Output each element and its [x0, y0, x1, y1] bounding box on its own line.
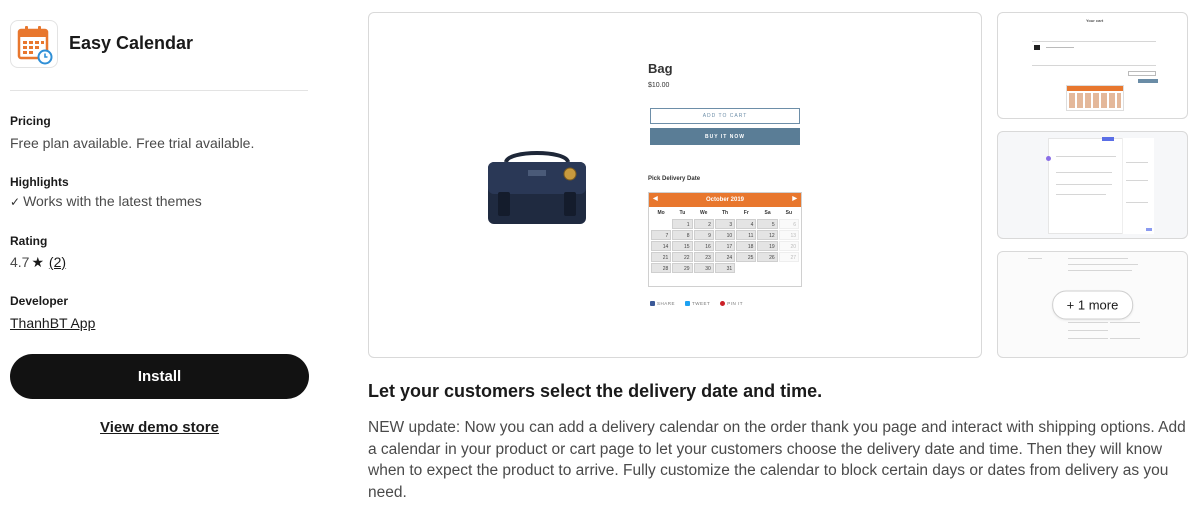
calendar-weekday: Su: [785, 210, 793, 216]
calendar-empty-cell: [651, 219, 671, 229]
calendar-day: 9: [693, 230, 714, 240]
mini-avatar: [1046, 156, 1051, 161]
main-screenshot[interactable]: Bag $10.00 ADD TO CART BUY IT NOW Pick D…: [368, 12, 982, 358]
mini-text-line: [1046, 47, 1074, 48]
checkmark-icon: ✓: [10, 195, 21, 209]
calendar-header: ◀ October 2019 ▶: [649, 193, 801, 207]
mini-checkout-button: [1138, 79, 1158, 83]
bag-product-image: [488, 151, 586, 224]
calendar-day: 20: [778, 241, 799, 251]
calendar-day: 11: [736, 230, 757, 240]
calendar-day: 15: [672, 241, 693, 251]
share-row: SHARE TWEET PIN IT: [650, 301, 743, 306]
next-month-icon: ▶: [792, 196, 797, 202]
calendar-clock-icon: [10, 20, 58, 68]
calendar-day: 8: [672, 230, 693, 240]
pricing-heading: Pricing: [10, 114, 51, 128]
highlight-text: Works with the latest themes: [23, 193, 202, 209]
app-description: NEW update: Now you can add a delivery c…: [368, 419, 1186, 501]
mini-calendar: [1066, 85, 1124, 111]
calendar-day: 31: [714, 263, 736, 273]
app-sidebar: Easy Calendar Pricing Free plan availabl…: [0, 0, 320, 510]
install-button[interactable]: Install: [10, 354, 309, 399]
calendar-empty-cell: [736, 263, 756, 273]
calendar-day: 22: [672, 252, 693, 262]
mini-divider: [1032, 41, 1156, 42]
gallery-thumbnail-3[interactable]: + 1 more: [997, 251, 1188, 358]
calendar-day: 25: [736, 252, 757, 262]
app-headline: Let your customers select the delivery d…: [368, 381, 823, 401]
calendar-day: 17: [714, 241, 736, 251]
calendar-day: 29: [672, 263, 693, 273]
mini-product-image: [1034, 45, 1040, 50]
developer-row: ThanhBT App: [10, 315, 95, 331]
facebook-icon: [650, 301, 655, 306]
pricing-value: Free plan available. Free trial availabl…: [10, 135, 255, 151]
calendar-day: 6: [778, 219, 799, 229]
calendar-grid: Mo Tu We Th Fr Sa Su 1 2 3 4 5 6 7 8 9 10 11 12 13 14 15 16 17 1…: [649, 207, 801, 275]
calendar-day: 21: [651, 252, 672, 262]
calendar-day: 30: [693, 263, 714, 273]
calendar-weekday: Fr: [743, 210, 749, 216]
calendar-weekday: Tu: [679, 210, 686, 216]
calendar-month: October 2019: [705, 197, 745, 203]
pick-delivery-date-label: Pick Delivery Date: [648, 176, 701, 182]
calendar-day: 16: [693, 241, 714, 251]
calendar-weekday: Mo: [657, 210, 665, 216]
twitter-icon: [685, 301, 691, 306]
rating-row: 4.7 ★ (2): [10, 254, 66, 271]
add-to-cart-button: ADD TO CART: [650, 108, 800, 124]
calendar-empty-cell: [779, 263, 799, 273]
developer-link[interactable]: ThanhBT App: [10, 315, 95, 331]
mini-field: [1128, 71, 1156, 76]
prev-month-icon: ◀: [653, 196, 658, 202]
highlight-item: ✓ Works with the latest themes: [10, 193, 202, 209]
calendar-day: 18: [736, 241, 757, 251]
calendar-weekday: We: [699, 210, 708, 216]
gallery-thumbnail-2[interactable]: [997, 131, 1188, 239]
delivery-calendar: ◀ October 2019 ▶ Mo Tu We Th Fr Sa Su 1 2 3 4 5 6 7 8 9…: [648, 192, 802, 287]
rating-count-link[interactable]: (2): [49, 254, 66, 270]
calendar-day: 24: [714, 252, 736, 262]
calendar-day: 12: [757, 230, 778, 240]
product-price: $10.00: [648, 82, 670, 89]
calendar-day: 2: [693, 219, 714, 229]
mini-button: [1102, 137, 1114, 141]
calendar-day: 23: [693, 252, 714, 262]
share-twitter: TWEET: [685, 301, 710, 306]
view-demo-store-link[interactable]: View demo store: [10, 419, 309, 436]
calendar-day: 14: [651, 241, 672, 251]
share-pinterest: PIN IT: [720, 301, 743, 306]
calendar-weekday: Th: [721, 210, 729, 216]
calendar-day: 13: [778, 230, 799, 240]
calendar-day: 10: [714, 230, 736, 240]
pinterest-icon: [720, 301, 726, 306]
star-icon: ★: [31, 254, 45, 270]
highlights-heading: Highlights: [10, 175, 69, 189]
more-media-button[interactable]: + 1 more: [1051, 290, 1134, 319]
product-title: Bag: [648, 61, 673, 76]
sidebar-divider: [10, 90, 308, 91]
buy-now-button: BUY IT NOW: [650, 128, 800, 145]
mini-divider: [1032, 65, 1156, 66]
calendar-day: 27: [778, 252, 799, 262]
calendar-weekday: Sa: [764, 210, 771, 216]
calendar-day: 19: [757, 241, 778, 251]
rating-heading: Rating: [10, 234, 48, 248]
calendar-empty-cell: [757, 263, 777, 273]
calendar-day: 4: [736, 219, 757, 229]
mini-side-panel: [1122, 138, 1154, 234]
developer-heading: Developer: [10, 294, 69, 308]
app-title: Easy Calendar: [69, 33, 194, 53]
calendar-day: 7: [651, 230, 672, 240]
gallery-thumbnail-1[interactable]: Your cart: [997, 12, 1188, 119]
calendar-day: 26: [757, 252, 778, 262]
cart-title: Your cart: [1086, 18, 1104, 23]
rating-score: 4.7: [10, 254, 30, 270]
share-facebook: SHARE: [650, 301, 675, 306]
calendar-day: 28: [651, 263, 672, 273]
calendar-day: 3: [714, 219, 736, 229]
calendar-day: 1: [672, 219, 693, 229]
calendar-day: 5: [757, 219, 778, 229]
